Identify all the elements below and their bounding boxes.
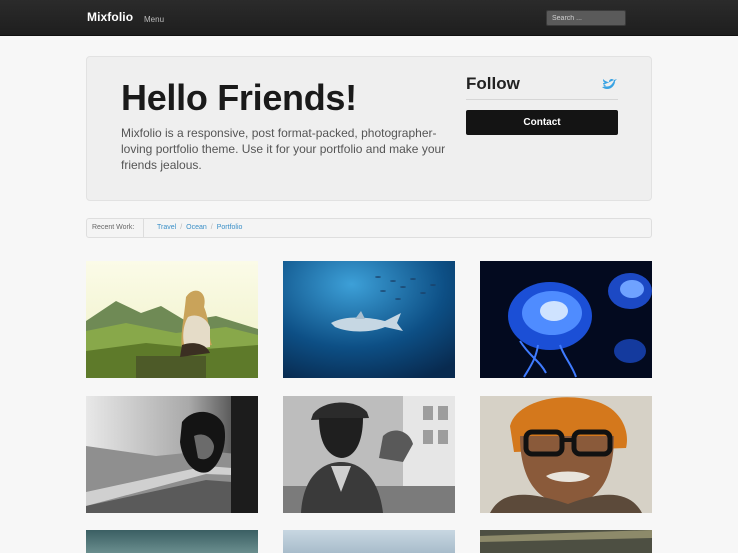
category-link-ocean[interactable]: Ocean [186, 224, 207, 231]
hero-title: Hello Friends! [121, 77, 357, 118]
jellyfish-photo [480, 261, 652, 378]
category-links: Travel / Ocean / Portfolio [157, 219, 242, 237]
gallery-item-jellyfish[interactable] [480, 261, 652, 378]
contact-button[interactable]: Contact [466, 110, 618, 135]
gallery-item-old-man[interactable] [480, 396, 652, 513]
old-man-photo [480, 396, 652, 513]
site-brand[interactable]: Mixfolio [87, 10, 133, 24]
gallery-item[interactable] [86, 530, 258, 553]
hero-panel: Hello Friends! Mixfolio is a responsive,… [86, 56, 652, 201]
train-man-photo [86, 396, 258, 513]
gallery-item[interactable] [480, 530, 652, 553]
twitter-bird-icon[interactable] [602, 78, 618, 90]
follow-divider [466, 99, 618, 100]
recent-work-label: Recent Work: [87, 219, 144, 237]
partial-photo [283, 530, 455, 553]
gallery-item-train-man[interactable] [86, 396, 258, 513]
hero-description: Mixfolio is a responsive, post format-pa… [121, 126, 446, 172]
gallery-item-mountain-woman[interactable] [86, 261, 258, 378]
search-input[interactable] [546, 10, 626, 26]
man-cap-photo [283, 396, 455, 513]
partial-photo [480, 530, 652, 553]
top-navbar: Mixfolio Menu [0, 0, 738, 36]
separator: / [210, 224, 213, 231]
separator: / [180, 224, 183, 231]
gallery-item-man-cap[interactable] [283, 396, 455, 513]
recent-work-bar: Recent Work: Travel / Ocean / Portfolio [86, 218, 652, 238]
category-link-portfolio[interactable]: Portfolio [217, 224, 243, 231]
category-link-travel[interactable]: Travel [157, 224, 176, 231]
follow-heading: Follow [466, 74, 520, 93]
partial-photo [86, 530, 258, 553]
gallery-item[interactable] [283, 530, 455, 553]
menu-link[interactable]: Menu [144, 15, 164, 24]
mountain-woman-photo [86, 261, 258, 378]
shark-photo [283, 261, 455, 378]
gallery-item-shark[interactable] [283, 261, 455, 378]
